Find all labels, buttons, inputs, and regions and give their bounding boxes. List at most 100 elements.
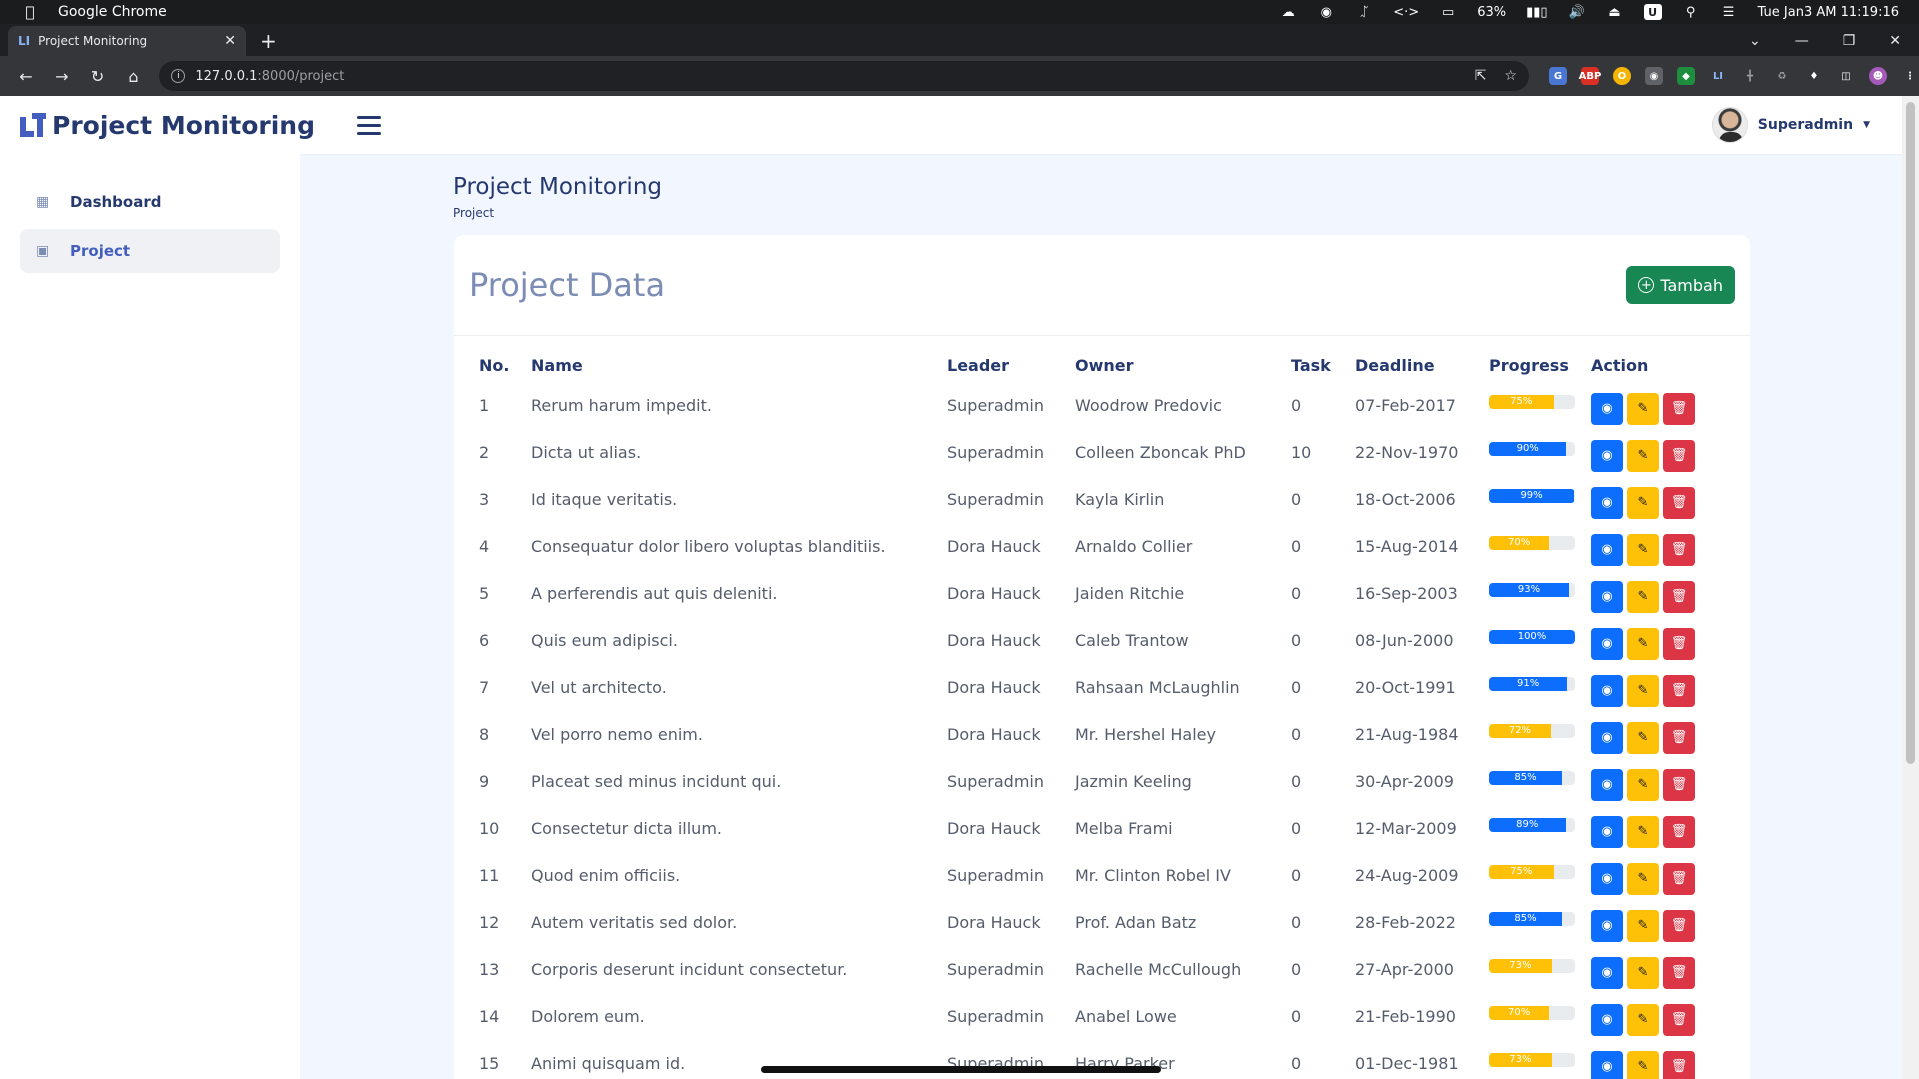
edit-button[interactable]: ✎ [1627,1050,1659,1079]
view-button[interactable]: ◉ [1591,862,1623,895]
home-icon[interactable]: ⌂ [118,67,150,86]
site-info-icon[interactable]: i [171,69,186,83]
add-project-button[interactable]: + Tambah [1626,266,1735,304]
view-button[interactable]: ◉ [1591,392,1623,425]
spotlight-search-icon[interactable]: ⚲ [1682,3,1700,21]
recycle-extension-icon[interactable]: ♻ [1772,67,1791,85]
extensions-puzzle-icon[interactable]: ♦ [1804,67,1823,85]
view-button[interactable]: ◉ [1591,486,1623,519]
trash-icon: 🗑 [1670,1059,1688,1074]
scrollbar-thumb[interactable] [1906,102,1915,764]
view-button[interactable]: ◉ [1591,580,1623,613]
restore-icon[interactable]: ❐ [1843,33,1856,49]
task-count: 0 [1291,1007,1302,1026]
edit-button[interactable]: ✎ [1627,815,1659,848]
view-button[interactable]: ◉ [1591,1050,1623,1079]
task-count: 0 [1291,913,1302,932]
edit-button[interactable]: ✎ [1627,439,1659,472]
ruler-extension-icon[interactable]: ╋ [1740,67,1759,85]
hamburger-menu-icon[interactable] [356,115,381,135]
edit-button[interactable]: ✎ [1627,956,1659,989]
eye-icon: ◉ [1601,777,1613,792]
delete-button[interactable]: 🗑 [1663,627,1695,660]
menubar-app-name[interactable]: Google Chrome [58,4,167,20]
action-cell: ◉ ✎ 🗑 [1591,711,1719,758]
apple-icon[interactable]:  [20,3,40,21]
delete-button[interactable]: 🗑 [1663,768,1695,801]
delete-button[interactable]: 🗑 [1663,862,1695,895]
display-icon[interactable]: ▭ [1439,3,1457,21]
side-panel-icon[interactable]: ◫ [1836,67,1855,85]
forward-arrow-icon[interactable]: → [46,67,78,86]
edit-button[interactable]: ✎ [1627,768,1659,801]
delete-button[interactable]: 🗑 [1663,909,1695,942]
sidebar-item-dashboard[interactable]: ▦ Dashboard [20,180,280,224]
edit-button[interactable]: ✎ [1627,486,1659,519]
adblock-extension-icon[interactable]: ABP [1579,67,1601,85]
address-bar[interactable]: i 127.0.0.1:8000/project ⇱ ☆ [159,61,1529,91]
bookmark-star-icon[interactable]: ☆ [1504,68,1517,84]
volume-icon[interactable]: 🔊 [1568,3,1586,21]
control-center-icon[interactable]: ☰ [1720,3,1738,21]
code-icon[interactable]: <·> [1393,3,1419,21]
edit-button[interactable]: ✎ [1627,862,1659,895]
minimize-icon[interactable]: — [1795,33,1809,49]
screenshot-extension-icon[interactable]: ◉ [1644,67,1663,85]
close-window-icon[interactable]: ✕ [1889,33,1901,49]
delete-button[interactable]: 🗑 [1663,815,1695,848]
view-button[interactable]: ◉ [1591,815,1623,848]
edit-button[interactable]: ✎ [1627,533,1659,566]
creative-cloud-icon[interactable]: ☁ [1279,3,1297,21]
colorzilla-extension-icon[interactable]: ◆ [1676,67,1695,85]
view-button[interactable]: ◉ [1591,533,1623,566]
chrome-menu-icon[interactable]: ⋮ [1900,67,1919,85]
user-menu[interactable]: Superadmin ▼ [1711,107,1870,143]
view-button[interactable]: ◉ [1591,627,1623,660]
delete-button[interactable]: 🗑 [1663,486,1695,519]
back-arrow-icon[interactable]: ← [10,67,42,86]
app-logo[interactable]: Project Monitoring [20,111,315,140]
color-picker-extension-icon[interactable]: O [1612,67,1631,85]
delete-button[interactable]: 🗑 [1663,956,1695,989]
view-button[interactable]: ◉ [1591,439,1623,472]
profile-avatar-icon[interactable]: ☻ [1868,67,1887,85]
chat-icon[interactable]: ◉ [1317,3,1335,21]
delete-button[interactable]: 🗑 [1663,1003,1695,1036]
tab-search-chevron-icon[interactable]: ⌄ [1749,33,1761,49]
browser-tab[interactable]: LI Project Monitoring ✕ [8,26,246,56]
u-app-icon[interactable]: U [1643,4,1662,20]
view-button[interactable]: ◉ [1591,674,1623,707]
breadcrumb[interactable]: Project [453,206,662,220]
bluetooth-icon[interactable]: ᛢ [1355,3,1373,21]
share-icon[interactable]: ⇱ [1475,68,1487,84]
edit-button[interactable]: ✎ [1627,392,1659,425]
translate-extension-icon[interactable]: G [1548,67,1567,85]
delete-button[interactable]: 🗑 [1663,721,1695,754]
reload-icon[interactable]: ↻ [82,67,114,86]
new-tab-icon[interactable]: + [260,26,277,56]
li-extension-icon[interactable]: LI [1708,67,1727,85]
sidebar-item-project[interactable]: ▣ Project [20,229,280,273]
delete-button[interactable]: 🗑 [1663,392,1695,425]
edit-button[interactable]: ✎ [1627,1003,1659,1036]
edit-button[interactable]: ✎ [1627,909,1659,942]
delete-button[interactable]: 🗑 [1663,674,1695,707]
page-scrollbar[interactable] [1902,96,1919,1079]
view-button[interactable]: ◉ [1591,909,1623,942]
delete-button[interactable]: 🗑 [1663,439,1695,472]
view-button[interactable]: ◉ [1591,1003,1623,1036]
delete-button[interactable]: 🗑 [1663,1050,1695,1079]
view-button[interactable]: ◉ [1591,768,1623,801]
edit-button[interactable]: ✎ [1627,580,1659,613]
view-button[interactable]: ◉ [1591,721,1623,754]
view-button[interactable]: ◉ [1591,956,1623,989]
edit-button[interactable]: ✎ [1627,627,1659,660]
delete-button[interactable]: 🗑 [1663,580,1695,613]
menubar-clock[interactable]: Tue Jan3 AM 11:19:16 [1758,3,1899,21]
close-tab-icon[interactable]: ✕ [224,33,236,49]
edit-button[interactable]: ✎ [1627,721,1659,754]
eject-icon[interactable]: ⏏ [1606,3,1624,21]
battery-icon[interactable]: ▮▮▯ [1526,3,1547,21]
edit-button[interactable]: ✎ [1627,674,1659,707]
delete-button[interactable]: 🗑 [1663,533,1695,566]
